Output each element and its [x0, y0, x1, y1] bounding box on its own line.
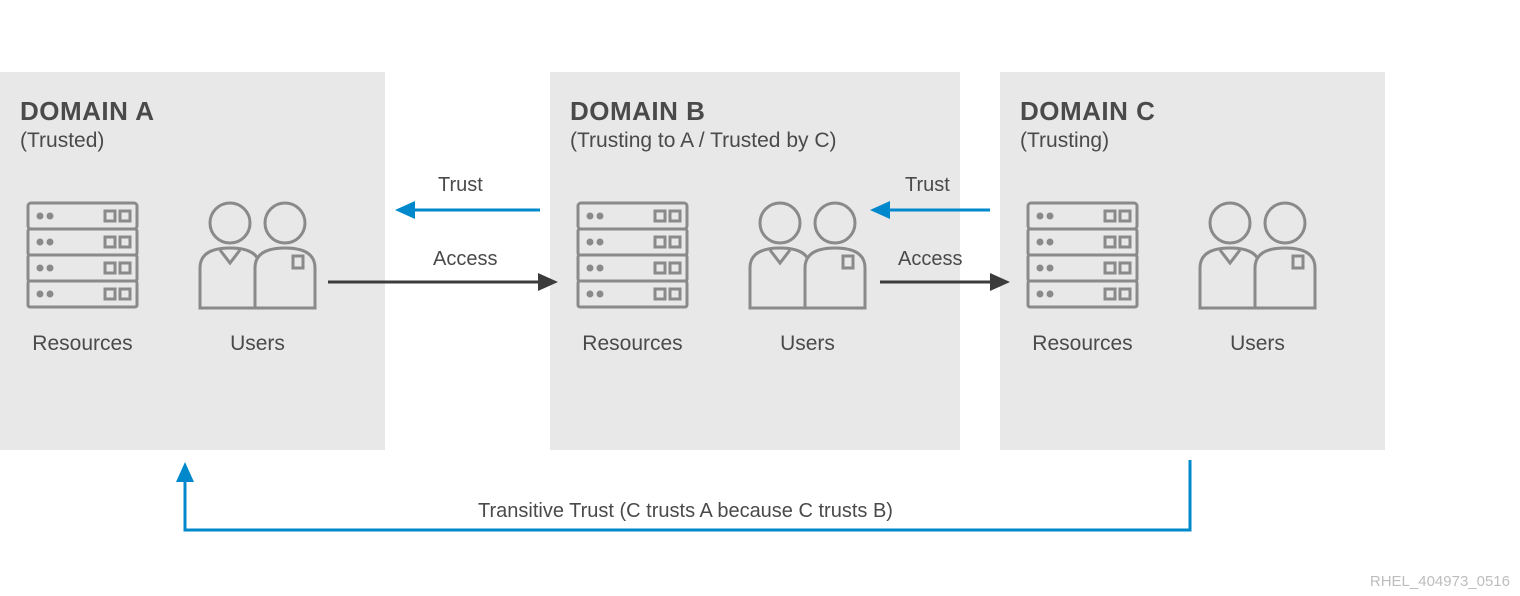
- domain-c-box: DOMAIN C (Trusting): [1000, 72, 1385, 450]
- users-icon: [185, 193, 330, 318]
- domain-b-users-label: Users: [780, 332, 835, 356]
- domain-c-users-label: Users: [1230, 332, 1285, 356]
- domain-c-subtitle: (Trusting): [1020, 129, 1365, 153]
- access-label-bc: Access: [898, 248, 962, 271]
- domain-a-box: DOMAIN A (Trusted): [0, 72, 385, 450]
- access-arrow-a-to-b: [328, 270, 558, 294]
- server-icon: [570, 193, 695, 318]
- trust-label-bc: Trust: [905, 174, 950, 197]
- domain-a-title: DOMAIN A: [20, 96, 365, 127]
- diagram-canvas: DOMAIN A (Trusted): [0, 0, 1520, 596]
- domain-c-resources-label: Resources: [1032, 332, 1132, 356]
- domain-a-content: Resources Users: [20, 193, 365, 356]
- domain-b-subtitle: (Trusting to A / Trusted by C): [570, 129, 940, 153]
- domain-b-title: DOMAIN B: [570, 96, 940, 127]
- domain-b-users: Users: [735, 193, 880, 356]
- domain-c-content: Resources Users: [1020, 193, 1365, 356]
- trust-arrow-b-to-a: [395, 198, 540, 222]
- domain-a-resources-label: Resources: [32, 332, 132, 356]
- trust-label-ab: Trust: [438, 174, 483, 197]
- domain-a-resources: Resources: [20, 193, 145, 356]
- domain-b-resources-label: Resources: [582, 332, 682, 356]
- domain-c-title: DOMAIN C: [1020, 96, 1365, 127]
- footer-id: RHEL_404973_0516: [1370, 573, 1510, 590]
- trust-arrow-c-to-b: [870, 198, 990, 222]
- domain-b-resources: Resources: [570, 193, 695, 356]
- domain-a-subtitle: (Trusted): [20, 129, 365, 153]
- server-icon: [1020, 193, 1145, 318]
- access-label-ab: Access: [433, 248, 497, 271]
- users-icon: [735, 193, 880, 318]
- access-arrow-b-to-c: [880, 270, 1010, 294]
- users-icon: [1185, 193, 1330, 318]
- server-icon: [20, 193, 145, 318]
- domain-a-users-label: Users: [230, 332, 285, 356]
- domain-c-users: Users: [1185, 193, 1330, 356]
- domain-c-resources: Resources: [1020, 193, 1145, 356]
- domain-a-users: Users: [185, 193, 330, 356]
- transitive-trust-arrow: [165, 455, 1195, 540]
- transitive-label: Transitive Trust (C trusts A because C t…: [478, 500, 893, 523]
